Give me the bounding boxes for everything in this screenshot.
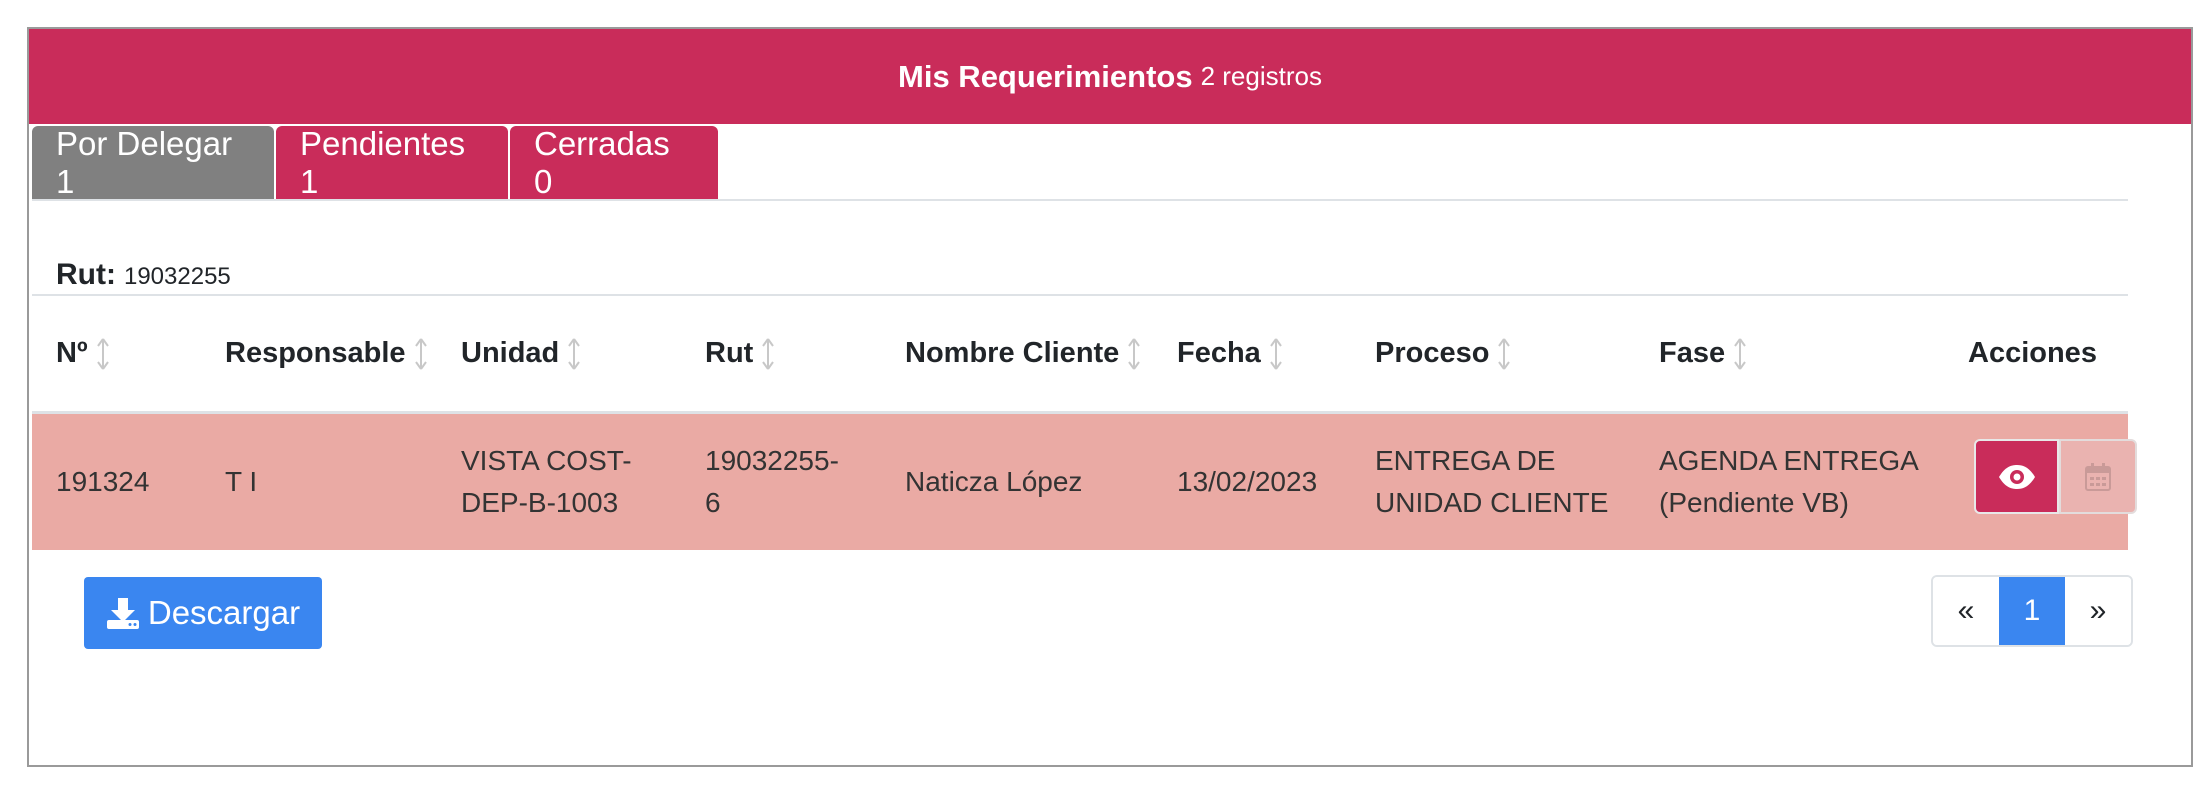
cell-responsable-text: T I: [225, 466, 258, 497]
page-current[interactable]: 1: [1999, 577, 2065, 645]
cell-nombre-cliente-text: Naticza López: [905, 466, 1083, 497]
col-acciones-label: Acciones: [1968, 337, 2097, 369]
col-numero-label: Nº: [56, 337, 88, 369]
sort-icon[interactable]: [1269, 337, 1283, 371]
status-tabs: Por Delegar 1 Pendientes 1 Cerradas 0: [32, 125, 2128, 201]
page-title: Mis Requerimientos: [898, 58, 1193, 94]
download-button[interactable]: Descargar: [84, 577, 322, 649]
col-nombre-cliente-label: Nombre Cliente: [905, 337, 1120, 369]
col-fase[interactable]: Fase: [1659, 296, 1747, 411]
cell-proceso-line2: UNIDAD CLIENTE: [1375, 487, 1609, 518]
col-fecha-label: Fecha: [1177, 337, 1261, 369]
cell-fecha: 13/02/2023: [1177, 414, 1317, 550]
table-header: Nº Responsable Unidad Rut Nombre Cliente…: [32, 294, 2128, 414]
col-acciones: Acciones: [1968, 296, 2097, 411]
tab-pendientes[interactable]: Pendientes 1: [276, 125, 508, 200]
eye-icon: [1998, 464, 2035, 489]
col-unidad-label: Unidad: [461, 337, 560, 369]
schedule-button[interactable]: [2059, 439, 2137, 514]
col-nombre-cliente[interactable]: Nombre Cliente: [905, 296, 1141, 411]
pagination: « 1 »: [1931, 575, 2133, 647]
col-responsable-label: Responsable: [225, 337, 406, 369]
cell-numero-text: 191324: [56, 466, 150, 497]
sort-icon[interactable]: [1497, 337, 1511, 371]
col-rut-label: Rut: [705, 337, 754, 369]
col-fase-label: Fase: [1659, 337, 1726, 369]
cell-rut-line2: 6: [705, 487, 721, 518]
sort-icon[interactable]: [567, 337, 581, 371]
col-numero[interactable]: Nº: [56, 296, 110, 411]
cell-nombre-cliente: Naticza López: [905, 414, 1082, 550]
cell-fase-line2: (Pendiente VB): [1659, 487, 1849, 518]
rut-label: Rut:: [56, 258, 116, 291]
cell-fase: AGENDA ENTREGA (Pendiente VB): [1659, 414, 1919, 550]
view-button[interactable]: [1974, 439, 2059, 514]
cell-unidad-line1: VISTA COST-: [461, 445, 632, 476]
sort-icon[interactable]: [1127, 337, 1141, 371]
cell-unidad: VISTA COST- DEP-B-1003: [461, 414, 632, 550]
calendar-icon: [2085, 462, 2111, 491]
sort-icon[interactable]: [761, 337, 775, 371]
cell-unidad-line2: DEP-B-1003: [461, 487, 619, 518]
col-responsable[interactable]: Responsable: [225, 296, 428, 411]
cell-responsable: T I: [225, 414, 257, 550]
cell-fase-line1: AGENDA ENTREGA: [1659, 445, 1919, 476]
sort-icon[interactable]: [1733, 337, 1747, 371]
page-next[interactable]: »: [2065, 577, 2131, 645]
tab-cerradas[interactable]: Cerradas 0: [510, 125, 718, 200]
download-label: Descargar: [147, 594, 301, 631]
col-proceso-label: Proceso: [1375, 337, 1490, 369]
sort-icon[interactable]: [414, 337, 428, 371]
col-proceso[interactable]: Proceso: [1375, 296, 1511, 411]
col-rut[interactable]: Rut: [705, 296, 775, 411]
col-fecha[interactable]: Fecha: [1177, 296, 1283, 411]
rut-value: 19032255: [123, 263, 231, 290]
cell-proceso-line1: ENTREGA DE: [1375, 445, 1556, 476]
rut-info: Rut: 19032255: [56, 258, 231, 292]
cell-fecha-text: 13/02/2023: [1177, 466, 1318, 497]
tab-por-delegar[interactable]: Por Delegar 1: [32, 125, 274, 200]
cell-proceso: ENTREGA DE UNIDAD CLIENTE: [1375, 414, 1608, 550]
cell-rut-line1: 19032255-: [705, 445, 839, 476]
requirements-table: Nº Responsable Unidad Rut Nombre Cliente…: [32, 294, 2137, 550]
cell-numero: 191324: [56, 414, 149, 550]
table-row[interactable]: 191324 T I VISTA COST- DEP-B-1003 190322…: [32, 414, 2137, 550]
record-count: 2 registros: [1200, 61, 1322, 91]
sort-icon[interactable]: [96, 337, 110, 371]
page-prev[interactable]: «: [1933, 577, 1999, 645]
download-icon: [106, 598, 139, 629]
card-header: Mis Requerimientos 2 registros: [29, 29, 2191, 124]
col-unidad[interactable]: Unidad: [461, 296, 581, 411]
cell-rut: 19032255- 6: [705, 414, 839, 550]
